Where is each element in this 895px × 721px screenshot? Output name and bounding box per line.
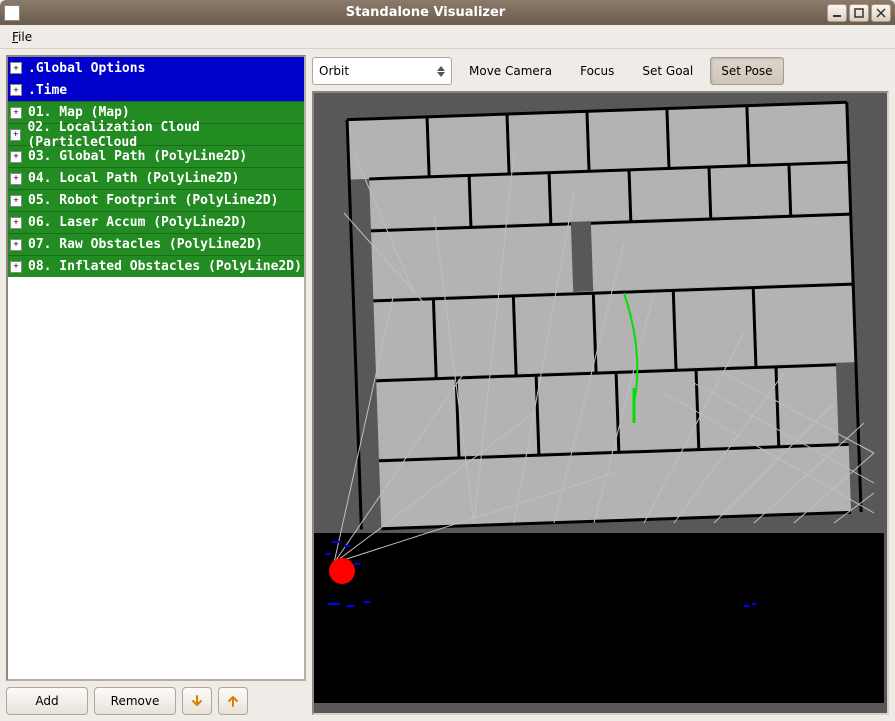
expand-icon[interactable]: + [10,217,22,229]
menu-file[interactable]: File [6,28,38,46]
window-title: Standalone Visualizer [26,5,825,20]
expand-icon[interactable]: + [10,107,22,119]
minimize-button[interactable] [827,4,847,22]
add-button[interactable]: Add [6,687,88,715]
viewport-3d[interactable] [312,91,889,715]
robot-marker [329,558,355,584]
tree-row[interactable]: +06. Laser Accum (PolyLine2D) [8,211,304,233]
left-panel: + .Global Options + .Time +01. Map (Map) +02.… [6,55,306,715]
arrow-up-icon [226,694,240,708]
set-goal-button[interactable]: Set Goal [631,57,704,85]
tree-row-label: 08. Inflated Obstacles (PolyLine2D) [28,259,302,274]
expand-icon[interactable]: + [10,151,22,163]
tree-row-label: 05. Robot Footprint (PolyLine2D) [28,193,278,208]
expand-icon[interactable]: + [10,173,22,185]
close-icon [876,8,886,18]
tree-row[interactable]: +05. Robot Footprint (PolyLine2D) [8,189,304,211]
arrow-down-icon [190,694,204,708]
tree-row-label: 01. Map (Map) [28,105,130,120]
tree-row[interactable]: + .Time [8,79,304,101]
viewport-toolbar: Orbit Move Camera Focus Set Goal Set Pos… [312,55,889,87]
app-icon [4,5,20,21]
tree-row[interactable]: + .Global Options [8,57,304,79]
menubar: File [0,25,895,49]
combo-arrows-icon [437,66,445,77]
tree-row-label: .Time [28,83,67,98]
expand-icon[interactable]: + [10,195,22,207]
camera-mode-select[interactable]: Orbit [312,57,452,85]
display-tree[interactable]: + .Global Options + .Time +01. Map (Map) +02.… [6,55,306,681]
expand-icon[interactable]: + [10,129,21,141]
tree-row-label: 07. Raw Obstacles (PolyLine2D) [28,237,263,252]
maximize-icon [854,8,864,18]
maximize-button[interactable] [849,4,869,22]
expand-icon[interactable]: + [10,84,22,96]
content: + .Global Options + .Time +01. Map (Map) +02.… [0,49,895,721]
tree-row[interactable]: +08. Inflated Obstacles (PolyLine2D) [8,255,304,277]
move-camera-button[interactable]: Move Camera [458,57,563,85]
tree-row-label: .Global Options [28,61,145,76]
tree-row[interactable]: +02. Localization Cloud (ParticleCloud [8,123,304,145]
tree-row-label: 03. Global Path (PolyLine2D) [28,149,247,164]
remove-button[interactable]: Remove [94,687,176,715]
tree-row-label: 06. Laser Accum (PolyLine2D) [28,215,247,230]
tree-row-label: 02. Localization Cloud (ParticleCloud [27,120,302,150]
tree-row[interactable]: +07. Raw Obstacles (PolyLine2D) [8,233,304,255]
titlebar: Standalone Visualizer [0,0,895,25]
minimize-icon [832,8,842,18]
close-button[interactable] [871,4,891,22]
focus-button[interactable]: Focus [569,57,625,85]
set-pose-button[interactable]: Set Pose [710,57,783,85]
tree-row[interactable]: +04. Local Path (PolyLine2D) [8,167,304,189]
expand-icon[interactable]: + [10,62,22,74]
move-down-button[interactable] [182,687,212,715]
map-render [314,93,884,703]
expand-icon[interactable]: + [10,261,22,273]
move-up-button[interactable] [218,687,248,715]
right-panel: Orbit Move Camera Focus Set Goal Set Pos… [312,55,889,715]
tree-row-label: 04. Local Path (PolyLine2D) [28,171,239,186]
tree-button-row: Add Remove [6,681,306,715]
expand-icon[interactable]: + [10,239,22,251]
